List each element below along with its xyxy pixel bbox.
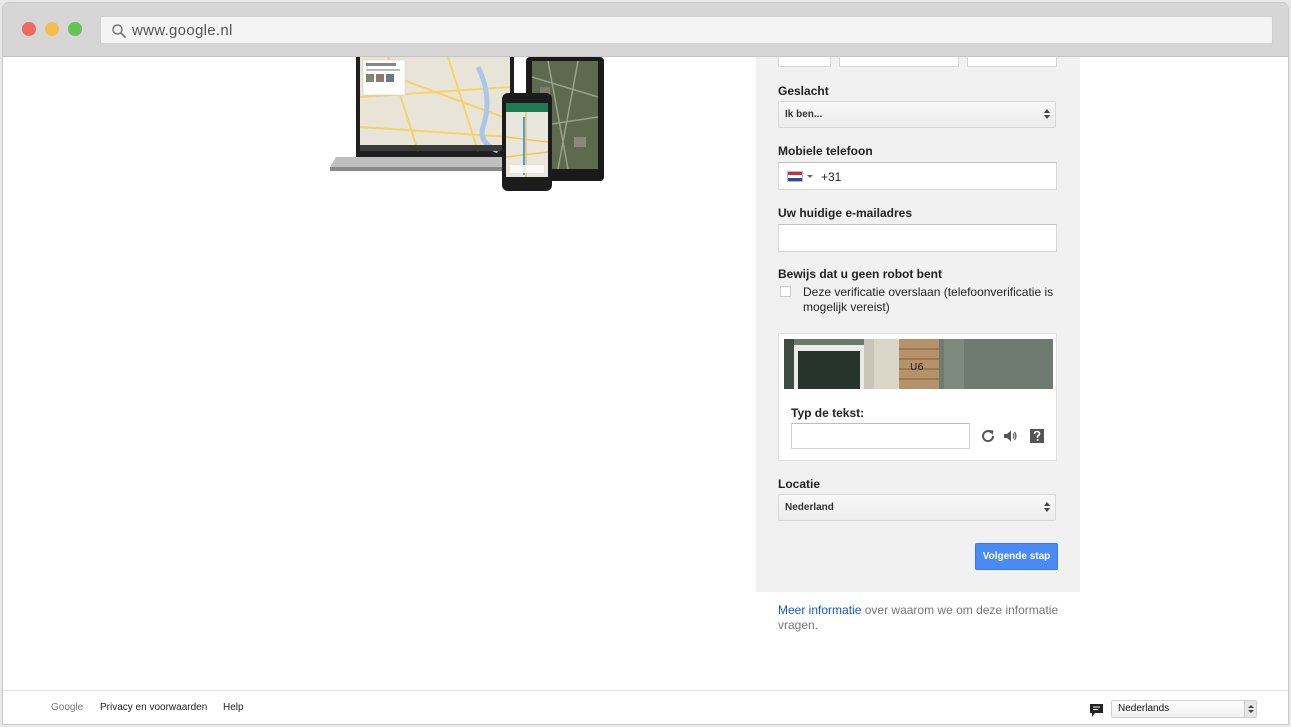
birthday-year-field[interactable] <box>967 57 1057 67</box>
select-arrows-icon <box>1244 701 1256 717</box>
gender-select[interactable]: Ik ben... <box>778 101 1056 128</box>
location-select[interactable]: Nederland <box>778 494 1056 521</box>
phone-input[interactable]: +31 <box>778 162 1057 190</box>
phone-label: Mobiele telefoon <box>778 144 873 158</box>
browser-window: www.google.nl Geslacht Ik ben... Mobiele… <box>3 3 1288 724</box>
search-icon <box>112 24 126 38</box>
captcha-label: Typ de tekst: <box>791 406 865 420</box>
next-step-button[interactable]: Volgende stap <box>975 543 1058 570</box>
skip-verification-checkbox[interactable] <box>780 286 791 297</box>
devices-illustration <box>330 57 604 191</box>
select-arrows-icon <box>1044 109 1050 119</box>
footer-help-link[interactable]: Help <box>223 702 244 713</box>
robot-label: Bewijs dat u geen robot bent <box>778 267 943 281</box>
browser-titlebar: www.google.nl <box>3 3 1288 57</box>
language-select-value: Nederlands <box>1118 703 1170 714</box>
page-content: Geslacht Ik ben... Mobiele telefoon +31 … <box>3 57 1288 724</box>
phone-prefix: +31 <box>821 170 842 184</box>
close-window-button[interactable] <box>22 22 36 36</box>
location-label: Locatie <box>778 477 821 491</box>
footer-google-link[interactable]: Google <box>51 702 83 713</box>
email-label: Uw huidige e-mailadres <box>778 206 913 220</box>
signup-form-panel: Geslacht Ik ben... Mobiele telefoon +31 … <box>756 57 1080 592</box>
birthday-day-field[interactable] <box>778 57 831 67</box>
maximize-window-button[interactable] <box>68 22 82 36</box>
skip-verification-text: Deze verificatie overslaan (telefoonveri… <box>803 285 1054 314</box>
audio-icon[interactable] <box>1002 428 1018 444</box>
help-icon[interactable] <box>1029 428 1045 444</box>
captcha-image-text: U6 <box>910 362 924 373</box>
birthday-month-field[interactable] <box>839 57 959 67</box>
email-input[interactable] <box>778 224 1057 252</box>
address-bar[interactable]: www.google.nl <box>100 16 1273 44</box>
netherlands-flag-icon[interactable] <box>787 171 803 182</box>
captcha-box: U6 Typ de tekst: <box>778 333 1057 461</box>
footer-privacy-link[interactable]: Privacy en voorwaarden <box>100 702 207 713</box>
captcha-input[interactable] <box>791 423 970 449</box>
more-info-link[interactable]: Meer informatie <box>778 603 861 617</box>
page-footer: Google Privacy en voorwaarden Help Neder… <box>3 690 1288 724</box>
language-select[interactable]: Nederlands <box>1111 700 1257 718</box>
location-select-value: Nederland <box>785 502 834 513</box>
chat-bubble-icon <box>1090 704 1103 717</box>
url-text: www.google.nl <box>132 22 233 39</box>
more-info-text: Meer informatie over waarom we om deze i… <box>778 603 1068 633</box>
chevron-down-icon[interactable] <box>807 175 813 178</box>
minimize-window-button[interactable] <box>45 22 59 36</box>
captcha-image: U6 <box>784 339 1053 389</box>
select-arrows-icon <box>1044 502 1050 512</box>
refresh-icon[interactable] <box>980 428 996 444</box>
gender-label: Geslacht <box>778 84 829 98</box>
gender-select-value: Ik ben... <box>785 109 823 120</box>
